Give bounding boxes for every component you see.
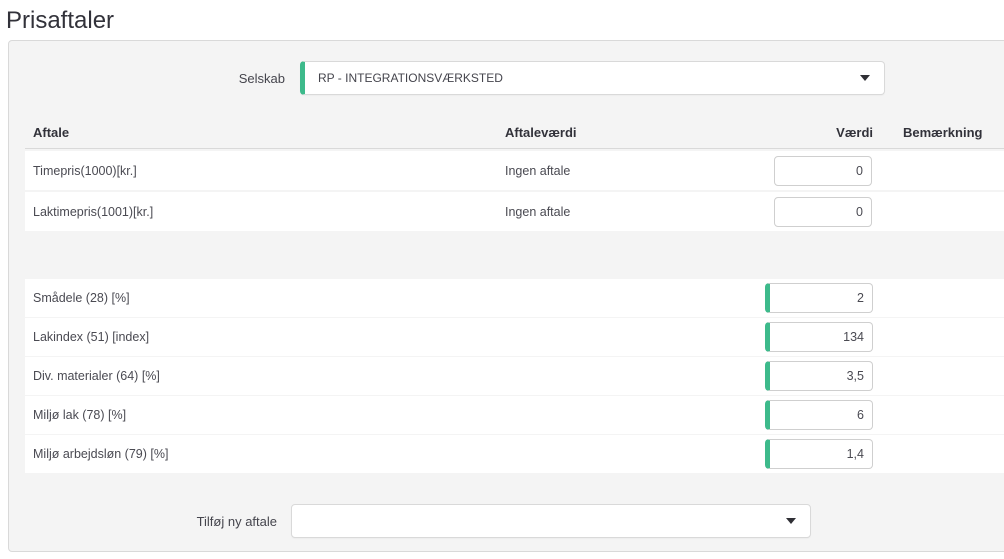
section-divider [25, 231, 1004, 278]
price-agreements-table: Aftale Aftaleværdi Værdi Bemærkning Time… [25, 116, 1004, 473]
vaerdi-input[interactable] [765, 361, 873, 391]
selskab-label: Selskab [9, 71, 300, 86]
chevron-down-icon [786, 518, 796, 524]
chevron-down-icon [860, 75, 870, 81]
aftale-label: Lakindex (51) [index] [25, 330, 505, 344]
vaerdi-input[interactable] [765, 283, 873, 313]
vaerdi-input[interactable] [765, 400, 873, 430]
vaerdi-input[interactable] [774, 156, 872, 186]
prisaftaler-panel: Selskab RP - INTEGRATIONSVÆRKSTED Aftale… [8, 40, 1004, 552]
selskab-dropdown-value: RP - INTEGRATIONSVÆRKSTED [318, 71, 503, 85]
vaerdi-input[interactable] [765, 439, 873, 469]
aftalevaerdi-value: Ingen aftale [505, 164, 765, 178]
table-row: Div. materialer (64) [%] [25, 357, 1004, 395]
aftale-label: Miljø lak (78) [%] [25, 408, 505, 422]
aftale-label: Smådele (28) [%] [25, 291, 505, 305]
add-agreement-row: Tilføj ny aftale [9, 504, 1004, 538]
table-row: Laktimepris(1001)[kr.] Ingen aftale [25, 192, 1004, 231]
header-aftale: Aftale [25, 125, 505, 140]
header-vaerdi: Værdi [765, 125, 873, 140]
aftale-label: Laktimepris(1001)[kr.] [25, 205, 505, 219]
page-title: Prisaftaler [6, 7, 1004, 35]
table-row: Miljø lak (78) [%] [25, 396, 1004, 434]
add-agreement-dropdown[interactable] [291, 504, 811, 538]
aftale-label: Div. materialer (64) [%] [25, 369, 505, 383]
table-header: Aftale Aftaleværdi Værdi Bemærkning [25, 116, 1004, 149]
header-aftalevaerdi: Aftaleværdi [505, 125, 765, 140]
table-section-percentages: Smådele (28) [%] Lakindex (51) [index] D… [25, 279, 1004, 473]
vaerdi-input[interactable] [765, 322, 873, 352]
selskab-dropdown[interactable]: RP - INTEGRATIONSVÆRKSTED [300, 61, 885, 95]
aftale-label: Timepris(1000)[kr.] [25, 164, 505, 178]
add-agreement-label: Tilføj ny aftale [9, 514, 291, 529]
aftalevaerdi-value: Ingen aftale [505, 205, 765, 219]
table-row: Smådele (28) [%] [25, 279, 1004, 317]
aftale-label: Miljø arbejdsløn (79) [%] [25, 447, 505, 461]
table-row: Miljø arbejdsløn (79) [%] [25, 435, 1004, 473]
table-section-hourly: Timepris(1000)[kr.] Ingen aftale Laktime… [25, 151, 1004, 231]
table-row: Timepris(1000)[kr.] Ingen aftale [25, 151, 1004, 190]
header-bemaerkning: Bemærkning [873, 125, 1004, 140]
vaerdi-input[interactable] [774, 197, 872, 227]
selskab-form-row: Selskab RP - INTEGRATIONSVÆRKSTED [9, 41, 1004, 95]
table-row: Lakindex (51) [index] [25, 318, 1004, 356]
